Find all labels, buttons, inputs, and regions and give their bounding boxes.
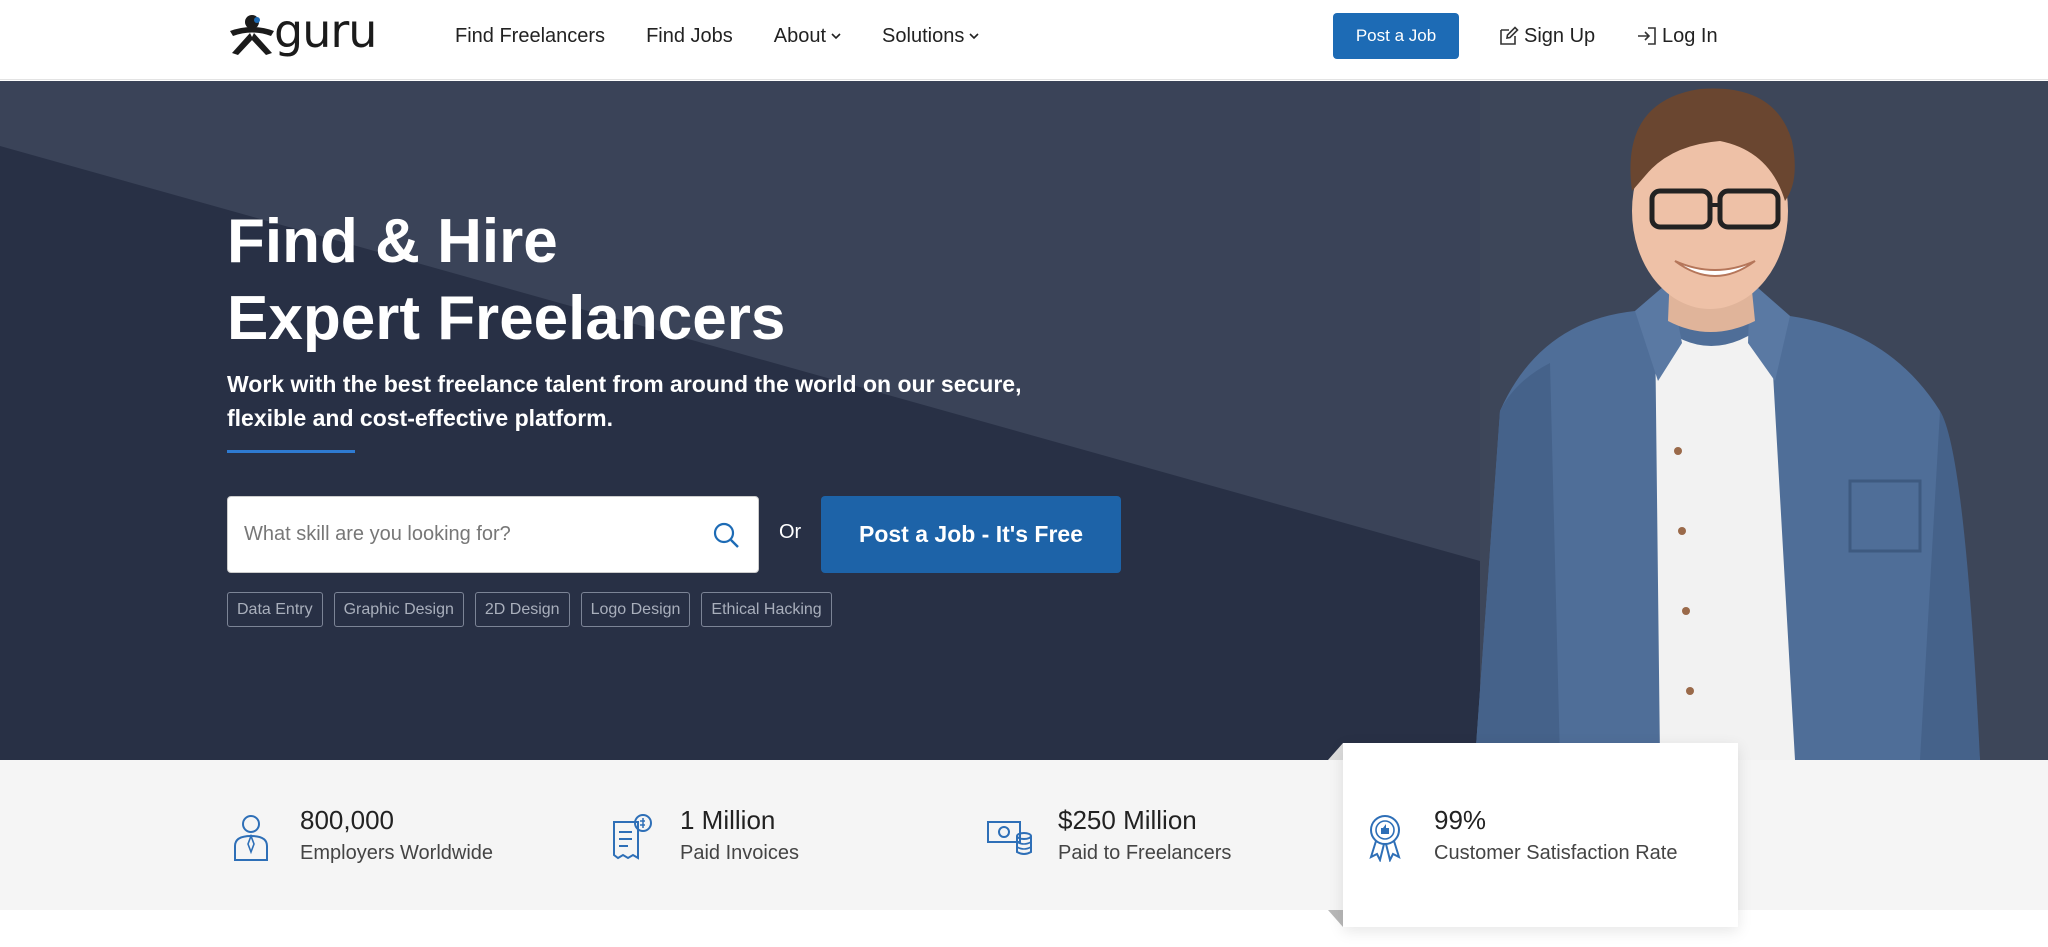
edit-icon [1500, 26, 1519, 45]
stat-employers: 800,000 Employers Worldwide [228, 804, 493, 870]
stat-number: $250 Million [1058, 805, 1197, 835]
stat-label: Customer Satisfaction Rate [1434, 842, 1678, 864]
skill-search-box [227, 496, 759, 573]
log-in-label: Log In [1662, 24, 1718, 47]
hero-title: Find & Hire Expert Freelancers [227, 203, 785, 357]
award-icon [1369, 815, 1401, 862]
skill-tag[interactable]: 2D Design [474, 592, 570, 627]
employer-icon [234, 815, 268, 861]
hero-section: Find & Hire Expert Freelancers Work with… [0, 81, 2048, 760]
nav-about[interactable]: About [774, 25, 841, 48]
nav-label: About [773, 24, 827, 47]
hero-subtitle: Work with the best freelance talent from… [227, 371, 1022, 431]
sign-up-link[interactable]: Sign Up [1498, 23, 1595, 49]
header-post-job-button[interactable]: Post a Job [1333, 13, 1459, 59]
chevron-down-icon [831, 32, 841, 39]
post-job-free-button[interactable]: Post a Job - It's Free [821, 496, 1121, 573]
stat-number: 99% [1434, 805, 1487, 835]
hero-divider [227, 450, 355, 453]
sign-up-label: Sign Up [1524, 24, 1596, 47]
stat-number: 1 Million [680, 805, 776, 835]
money-icon [987, 821, 1032, 855]
main-nav: Find Freelancers Find Jobs About Solutio… [455, 0, 1020, 72]
stat-label: Employers Worldwide [300, 842, 494, 864]
guru-logo[interactable]: guru [226, 8, 396, 58]
stat-number: 800,000 [300, 805, 394, 835]
nav-find-freelancers[interactable]: Find Freelancers [455, 25, 605, 48]
logo-person-icon [230, 15, 274, 55]
stat-satisfaction: 99% Customer Satisfaction Rate [1362, 804, 1677, 870]
stat-label: Paid Invoices [680, 842, 799, 864]
stat-paid-freelancers: $250 Million Paid to Freelancers [986, 804, 1231, 870]
stats-bar: 800,000 Employers Worldwide 1 Million Pa… [0, 760, 2048, 910]
card-fold-bottom [1328, 910, 1343, 927]
chevron-down-icon [969, 32, 979, 39]
logo-wordmark: guru [274, 4, 377, 58]
skill-tag[interactable]: Graphic Design [333, 592, 464, 627]
skill-tag[interactable]: Data Entry [227, 592, 323, 627]
skill-tag[interactable]: Ethical Hacking [701, 592, 832, 627]
nav-solutions[interactable]: Solutions [882, 25, 979, 48]
or-separator: Or [779, 521, 802, 543]
hero-title-line2: Expert Freelancers [227, 284, 786, 353]
login-icon [1638, 27, 1656, 45]
nav-label: Find Jobs [646, 24, 733, 47]
hero-person-image [1475, 88, 1980, 760]
nav-label: Solutions [882, 24, 965, 47]
stat-label: Paid to Freelancers [1058, 842, 1232, 864]
popular-skill-tags: Data Entry Graphic Design 2D Design Logo… [227, 592, 843, 627]
nav-find-jobs[interactable]: Find Jobs [646, 25, 733, 48]
skill-search-input[interactable] [244, 497, 704, 572]
card-fold-top [1328, 743, 1343, 760]
site-header: guru Find Freelancers Find Jobs About So… [0, 0, 2048, 80]
hero-title-line1: Find & Hire [227, 207, 558, 276]
log-in-link[interactable]: Log In [1636, 23, 1718, 49]
nav-label: Find Freelancers [455, 24, 606, 47]
skill-tag[interactable]: Logo Design [580, 592, 691, 627]
invoice-icon [613, 814, 652, 860]
stat-invoices: 1 Million Paid Invoices [608, 804, 799, 870]
search-icon[interactable] [712, 521, 740, 549]
